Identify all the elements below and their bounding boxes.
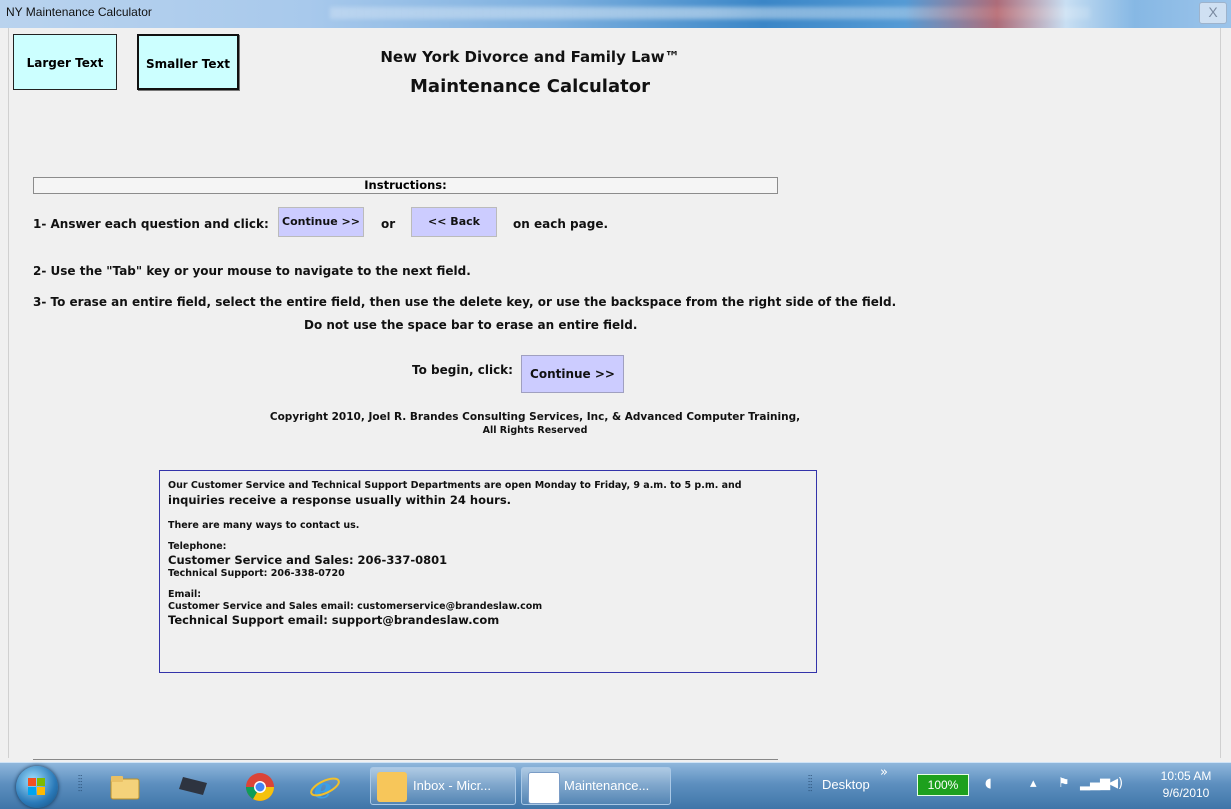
or-text: or — [381, 217, 396, 231]
instructions-heading: Instructions: — [33, 177, 778, 194]
windows-logo-icon — [28, 778, 36, 786]
explorer-folder-icon[interactable] — [105, 769, 145, 805]
begin-prompt: To begin, click: — [412, 363, 513, 377]
svg-text:e: e — [314, 772, 332, 803]
windows-logo-part — [37, 787, 45, 795]
step1-text: 1- Answer each question and click: — [33, 217, 269, 231]
copyright-notice: Copyright 2010, Joel R. Brandes Consulti… — [250, 410, 820, 438]
window-title: NY Maintenance Calculator — [6, 5, 152, 19]
email-heading: Email: — [168, 589, 202, 600]
toolbar-grip: ∶∶ ∶∶ ∶∶ — [808, 773, 813, 794]
smaller-text-button[interactable]: Smaller Text — [137, 34, 239, 90]
horizontal-scrollbar[interactable] — [33, 759, 778, 760]
battery-indicator[interactable]: 100% — [917, 774, 969, 796]
site-title: New York Divorce and Family Law™ — [380, 48, 680, 66]
larger-text-button[interactable]: Larger Text — [13, 34, 117, 90]
sales-phone: Customer Service and Sales: 206-337-0801 — [168, 553, 448, 567]
outlook-icon — [377, 772, 407, 802]
desktop-toolbar-label[interactable]: Desktop — [822, 777, 870, 792]
step3-note: Do not use the space bar to erase an ent… — [304, 318, 638, 332]
step2-text: 2- Use the "Tab" key or your mouse to na… — [33, 264, 471, 278]
windows-logo-part — [28, 787, 36, 795]
action-center-flag-icon[interactable]: ⚑ — [1058, 776, 1070, 791]
page-title: Maintenance Calculator — [410, 76, 650, 97]
taskbar-grip: ∶∶ ∶∶ ∶∶ — [78, 773, 83, 794]
tech-email: Technical Support email: support@brandes… — [168, 613, 500, 627]
volume-icon[interactable]: ◀) — [1108, 776, 1123, 791]
toolbar-chevron-icon[interactable]: » — [880, 765, 888, 780]
back-example-button[interactable]: << Back — [411, 207, 497, 237]
sales-email: Customer Service and Sales email: custom… — [168, 601, 543, 612]
window-title-bar[interactable]: NY Maintenance Calculator X — [0, 0, 1231, 28]
copyright-line2: All Rights Reserved — [482, 425, 588, 436]
clock-date: 9/6/2010 — [1162, 786, 1210, 800]
step1-suffix: on each page. — [513, 217, 609, 231]
telephone-heading: Telephone: — [168, 541, 227, 552]
contact-line1: Our Customer Service and Technical Suppo… — [168, 480, 742, 491]
taskbar-item-maintenance[interactable]: Maintenance... — [521, 767, 671, 805]
clock-time: 10:05 AM — [1160, 769, 1212, 783]
show-hidden-icons-icon[interactable]: ▴ — [1030, 776, 1037, 791]
tech-phone: Technical Support: 206-338-0720 — [168, 568, 345, 579]
taskbar-item-label: Inbox - Micr... — [413, 778, 492, 793]
start-button[interactable] — [16, 766, 58, 808]
contact-info-box: Our Customer Service and Technical Suppo… — [159, 470, 817, 673]
close-window-button[interactable]: X — [1199, 2, 1227, 24]
contact-line2: inquiries receive a response usually wit… — [168, 493, 512, 507]
internet-explorer-icon[interactable]: e — [305, 769, 345, 805]
chrome-icon[interactable] — [240, 769, 280, 805]
windows-logo-part — [37, 778, 45, 786]
word-document-icon — [528, 772, 560, 804]
network-signal-icon[interactable]: ▂▄▆ — [1080, 776, 1110, 791]
system-clock[interactable]: 10:05 AM 9/6/2010 — [1146, 768, 1226, 802]
taskbar-item-label: Maintenance... — [564, 778, 650, 793]
title-bar-glow — [905, 0, 1135, 28]
taskbar-item-inbox[interactable]: Inbox - Micr... — [370, 767, 516, 805]
copyright-line1: Copyright 2010, Joel R. Brandes Consulti… — [269, 411, 801, 423]
contact-line3: There are many ways to contact us. — [168, 520, 360, 531]
step3-text: 3- To erase an entire field, select the … — [33, 295, 897, 309]
continue-example-button[interactable]: Continue >> — [278, 207, 364, 237]
laptop-icon[interactable] — [175, 769, 215, 805]
windows-taskbar: ∶∶ ∶∶ ∶∶ e Inbox - Micr... Maintenance... … — [0, 762, 1231, 809]
begin-continue-button[interactable]: Continue >> — [521, 355, 624, 393]
power-plug-icon[interactable]: ◖ — [985, 776, 992, 791]
